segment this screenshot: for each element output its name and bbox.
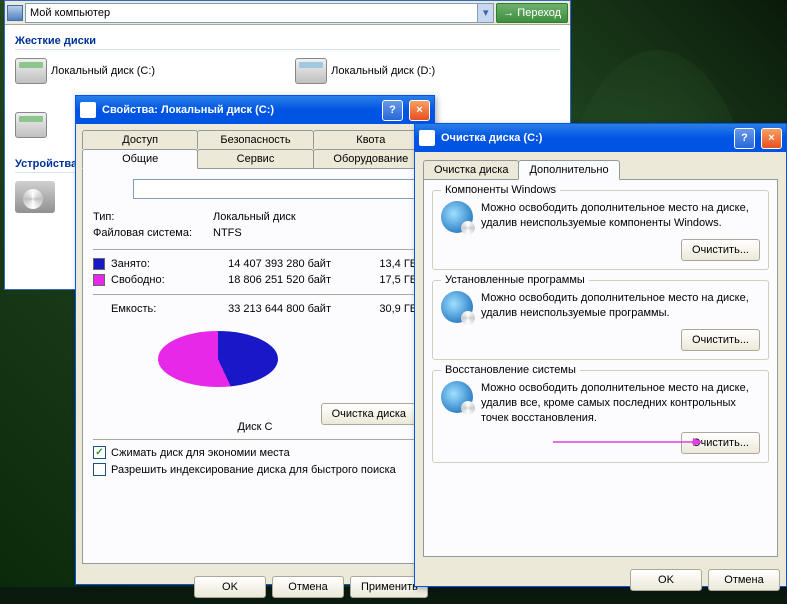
properties-dialog: Свойства: Локальный диск (C:) ? × Доступ…	[75, 95, 435, 585]
ok-button[interactable]: OK	[630, 569, 702, 591]
used-gb: 13,4 ГБ	[331, 258, 417, 270]
hard-drive-icon	[295, 58, 327, 84]
go-label: Переход	[517, 7, 561, 19]
programs-icon	[441, 291, 473, 323]
address-input[interactable]: Мой компьютер ▾	[25, 3, 494, 23]
computer-icon	[7, 5, 23, 21]
properties-title: Свойства: Локальный диск (C:)	[102, 104, 274, 116]
used-bytes: 14 407 393 280 байт	[191, 258, 331, 270]
type-label: Тип:	[93, 211, 213, 223]
address-text: Мой компьютер	[30, 7, 110, 19]
pie-chart-area: Диск C Очистка диска	[93, 323, 417, 433]
tab-hardware[interactable]: Оборудование	[313, 149, 429, 168]
general-panel: Тип: Локальный диск Файловая система: NT…	[82, 168, 428, 564]
ok-button[interactable]: OK	[194, 576, 266, 598]
index-label: Разрешить индексирование диска для быстр…	[111, 464, 396, 476]
group-title-components: Компоненты Windows	[441, 184, 560, 196]
type-value: Локальный диск	[213, 211, 296, 223]
free-bytes: 18 806 251 520 байт	[191, 274, 331, 286]
group-installed-programs: Установленные программы Можно освободить…	[432, 280, 769, 360]
disk-cleanup-button[interactable]: Очистка диска	[321, 403, 417, 425]
drive-icon	[80, 102, 96, 118]
group-system-restore: Восстановление системы Можно освободить …	[432, 370, 769, 463]
tab-access[interactable]: Доступ	[82, 130, 198, 149]
tab-service[interactable]: Сервис	[197, 149, 313, 168]
index-checkbox-row[interactable]: Разрешить индексирование диска для быстр…	[93, 463, 417, 476]
address-bar: Мой компьютер ▾ → Переход	[5, 1, 570, 25]
close-button[interactable]: ×	[761, 128, 782, 149]
programs-text: Можно освободить дополнительное место на…	[481, 291, 760, 323]
close-button[interactable]: ×	[409, 100, 430, 121]
drive-c-label: Локальный диск (C:)	[51, 65, 155, 77]
free-gb: 17,5 ГБ	[331, 274, 417, 286]
cleanup-titlebar[interactable]: Очистка диска (C:) ? ×	[415, 124, 786, 152]
drive-d-label: Локальный диск (D:)	[331, 65, 435, 77]
cleanup-icon	[419, 130, 435, 146]
drive-c[interactable]: Локальный диск (C:)	[15, 58, 155, 84]
properties-titlebar[interactable]: Свойства: Локальный диск (C:) ? ×	[76, 96, 434, 124]
free-label: Свободно:	[111, 274, 191, 286]
fs-value: NTFS	[213, 227, 242, 239]
tabs-row-1: Доступ Безопасность Квота	[76, 124, 434, 149]
restore-icon	[441, 381, 473, 413]
dvd-drive-icon[interactable]	[15, 181, 55, 213]
tab-security[interactable]: Безопасность	[197, 130, 313, 149]
used-label: Занято:	[111, 258, 191, 270]
fs-label: Файловая система:	[93, 227, 213, 239]
restore-text: Можно освободить дополнительное место на…	[481, 381, 760, 426]
more-options-panel: Компоненты Windows Можно освободить допо…	[423, 179, 778, 557]
tab-general[interactable]: Общие	[82, 149, 198, 169]
capacity-label: Емкость:	[111, 303, 191, 315]
capacity-bytes: 33 213 644 800 байт	[191, 303, 331, 315]
arrow-right-icon: →	[503, 7, 514, 19]
checkbox-checked-icon[interactable]: ✓	[93, 446, 106, 459]
address-dropdown-icon[interactable]: ▾	[477, 4, 493, 22]
hard-drive-icon	[15, 58, 47, 84]
help-button[interactable]: ?	[734, 128, 755, 149]
tabs-row-2: Общие Сервис Оборудование	[76, 149, 434, 168]
tab-cleanup-more[interactable]: Дополнительно	[518, 160, 619, 180]
section-hard-drives: Жесткие диски	[15, 31, 560, 50]
cleanup-title: Очистка диска (C:)	[441, 132, 542, 144]
components-icon	[441, 201, 473, 233]
cleanup-programs-button[interactable]: Очистить...	[681, 329, 760, 351]
volume-label-input[interactable]	[133, 179, 417, 199]
used-space-row: Занято: 14 407 393 280 байт 13,4 ГБ	[93, 256, 417, 272]
group-title-restore: Восстановление системы	[441, 364, 580, 376]
tab-cleanup-main[interactable]: Очистка диска	[423, 160, 519, 179]
used-color-swatch	[93, 258, 105, 270]
group-title-programs: Установленные программы	[441, 274, 589, 286]
cleanup-components-button[interactable]: Очистить...	[681, 239, 760, 261]
compress-label: Сжимать диск для экономии места	[111, 447, 290, 459]
cleanup-restore-button[interactable]: Очистить...	[681, 432, 760, 454]
free-color-swatch	[93, 274, 105, 286]
compress-checkbox-row[interactable]: ✓ Сжимать диск для экономии места	[93, 446, 417, 459]
disk-usage-pie-chart	[158, 331, 278, 401]
capacity-gb: 30,9 ГБ	[331, 303, 417, 315]
hard-drive-icon[interactable]	[15, 112, 47, 138]
cleanup-footer: OK Отмена	[415, 563, 786, 597]
capacity-row: Емкость: 33 213 644 800 байт 30,9 ГБ	[93, 301, 417, 317]
cleanup-tabs: Очистка диска Дополнительно	[415, 152, 786, 179]
checkbox-unchecked-icon[interactable]	[93, 463, 106, 476]
properties-footer: OK Отмена Применить	[76, 570, 434, 604]
components-text: Можно освободить дополнительное место на…	[481, 201, 760, 233]
help-button[interactable]: ?	[382, 100, 403, 121]
free-space-row: Свободно: 18 806 251 520 байт 17,5 ГБ	[93, 272, 417, 288]
cancel-button[interactable]: Отмена	[708, 569, 780, 591]
cancel-button[interactable]: Отмена	[272, 576, 344, 598]
disk-cleanup-dialog: Очистка диска (C:) ? × Очистка диска Доп…	[414, 123, 787, 587]
drive-d[interactable]: Локальный диск (D:)	[295, 58, 435, 84]
tab-quota[interactable]: Квота	[313, 130, 429, 149]
group-windows-components: Компоненты Windows Можно освободить допо…	[432, 190, 769, 270]
go-button[interactable]: → Переход	[496, 3, 568, 23]
